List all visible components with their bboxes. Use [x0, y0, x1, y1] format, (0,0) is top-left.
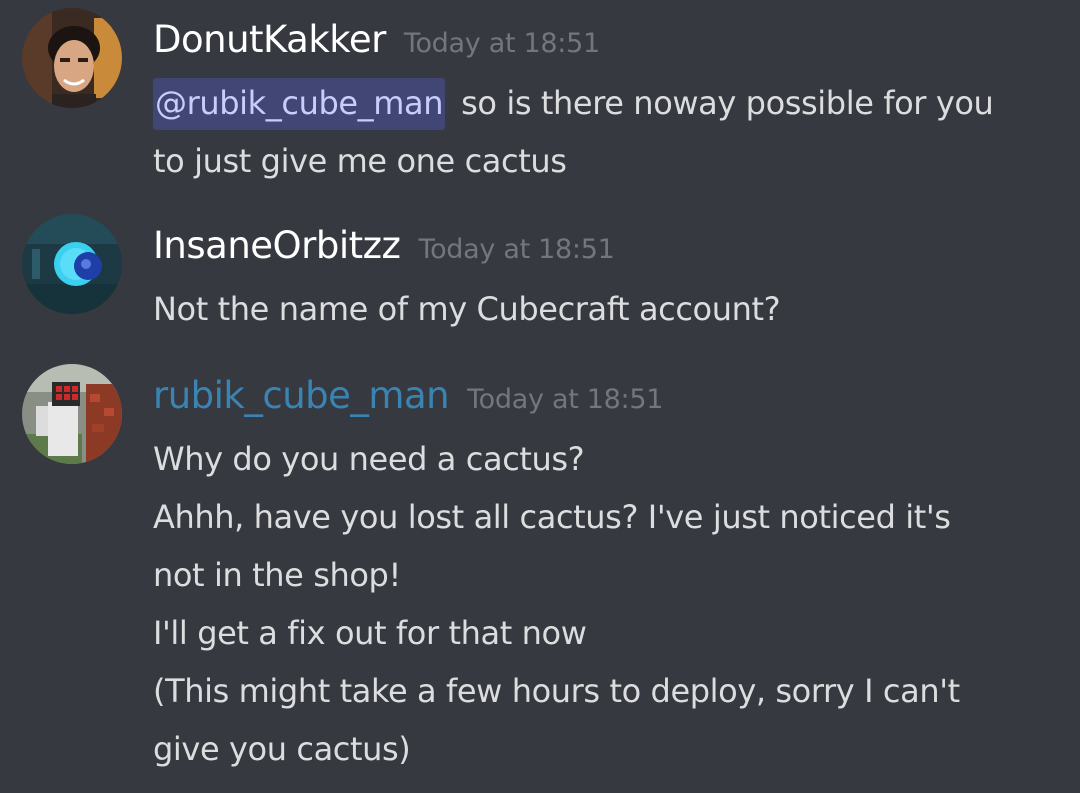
timestamp: Today at 18:51 [418, 234, 615, 265]
message-line: not in the shop! [153, 556, 401, 594]
user-mention[interactable]: @rubik_cube_man [153, 78, 446, 130]
message-content: InsaneOrbitzz Today at 18:51 Not the nam… [153, 224, 1060, 338]
username[interactable]: rubik_cube_man [153, 374, 450, 417]
avatar-rubik-cube-man[interactable] [22, 364, 122, 464]
message-content: DonutKakker Today at 18:51 @rubik_cube_m… [153, 18, 1060, 190]
message-content: rubik_cube_man Today at 18:51 Why do you… [153, 374, 1060, 778]
message-header: InsaneOrbitzz Today at 18:51 [153, 224, 1060, 276]
message-line: (This might take a few hours to deploy, … [153, 672, 960, 710]
message-text: so is there noway possible for you [461, 84, 994, 122]
message-line: to just give me one cactus [153, 142, 567, 180]
timestamp: Today at 18:51 [403, 28, 600, 59]
message-line: Ahhh, have you lost all cactus? I've jus… [153, 498, 951, 536]
username[interactable]: DonutKakker [153, 18, 386, 61]
message-header: rubik_cube_man Today at 18:51 [153, 374, 1060, 426]
message-header: DonutKakker Today at 18:51 [153, 18, 1060, 70]
message-line: I'll get a fix out for that now [153, 614, 587, 652]
username[interactable]: InsaneOrbitzz [153, 224, 401, 267]
message-line: Why do you need a cactus? [153, 440, 585, 478]
message-line: @rubik_cube_man so is there noway possibl… [153, 74, 1060, 132]
avatar-insaneorbitzz[interactable] [22, 214, 122, 314]
avatar-donutkakker[interactable] [22, 8, 122, 108]
timestamp: Today at 18:51 [467, 384, 664, 415]
message-line: Not the name of my Cubecraft account? [153, 290, 781, 328]
message-line: give you cactus) [153, 730, 411, 768]
